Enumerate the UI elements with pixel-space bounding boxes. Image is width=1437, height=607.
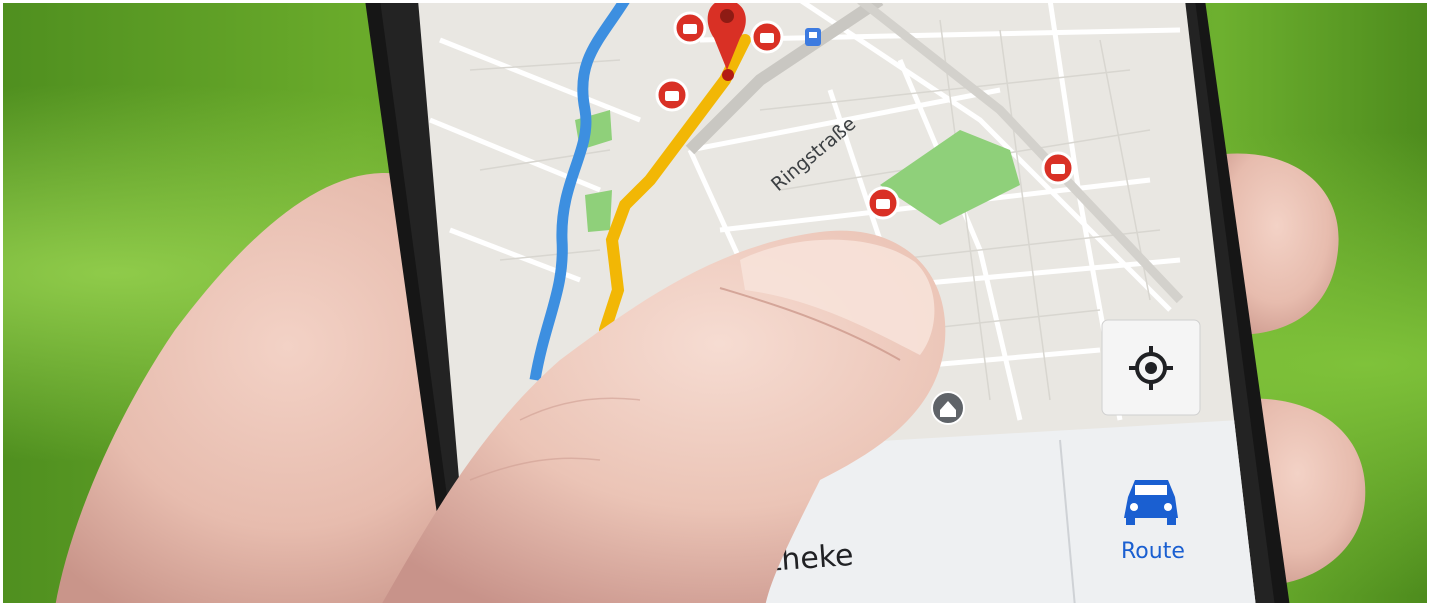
- shopping-bag-icon[interactable]: [1041, 151, 1075, 185]
- shopping-bag-icon[interactable]: [673, 11, 707, 45]
- shopping-bag-icon[interactable]: [866, 186, 900, 220]
- home-icon[interactable]: [931, 391, 965, 425]
- photo-scene: Ringstraße otheke Route: [0, 0, 1437, 607]
- bus-stop-icon[interactable]: [805, 28, 821, 46]
- shopping-bag-icon[interactable]: [750, 20, 784, 54]
- my-location-button[interactable]: [1101, 319, 1201, 416]
- phone-in-hand: Ringstraße otheke Route: [55, 0, 1366, 607]
- route-label: Route: [1121, 539, 1185, 564]
- route-button[interactable]: Route: [1085, 445, 1245, 585]
- shopping-bag-icon[interactable]: [655, 78, 689, 112]
